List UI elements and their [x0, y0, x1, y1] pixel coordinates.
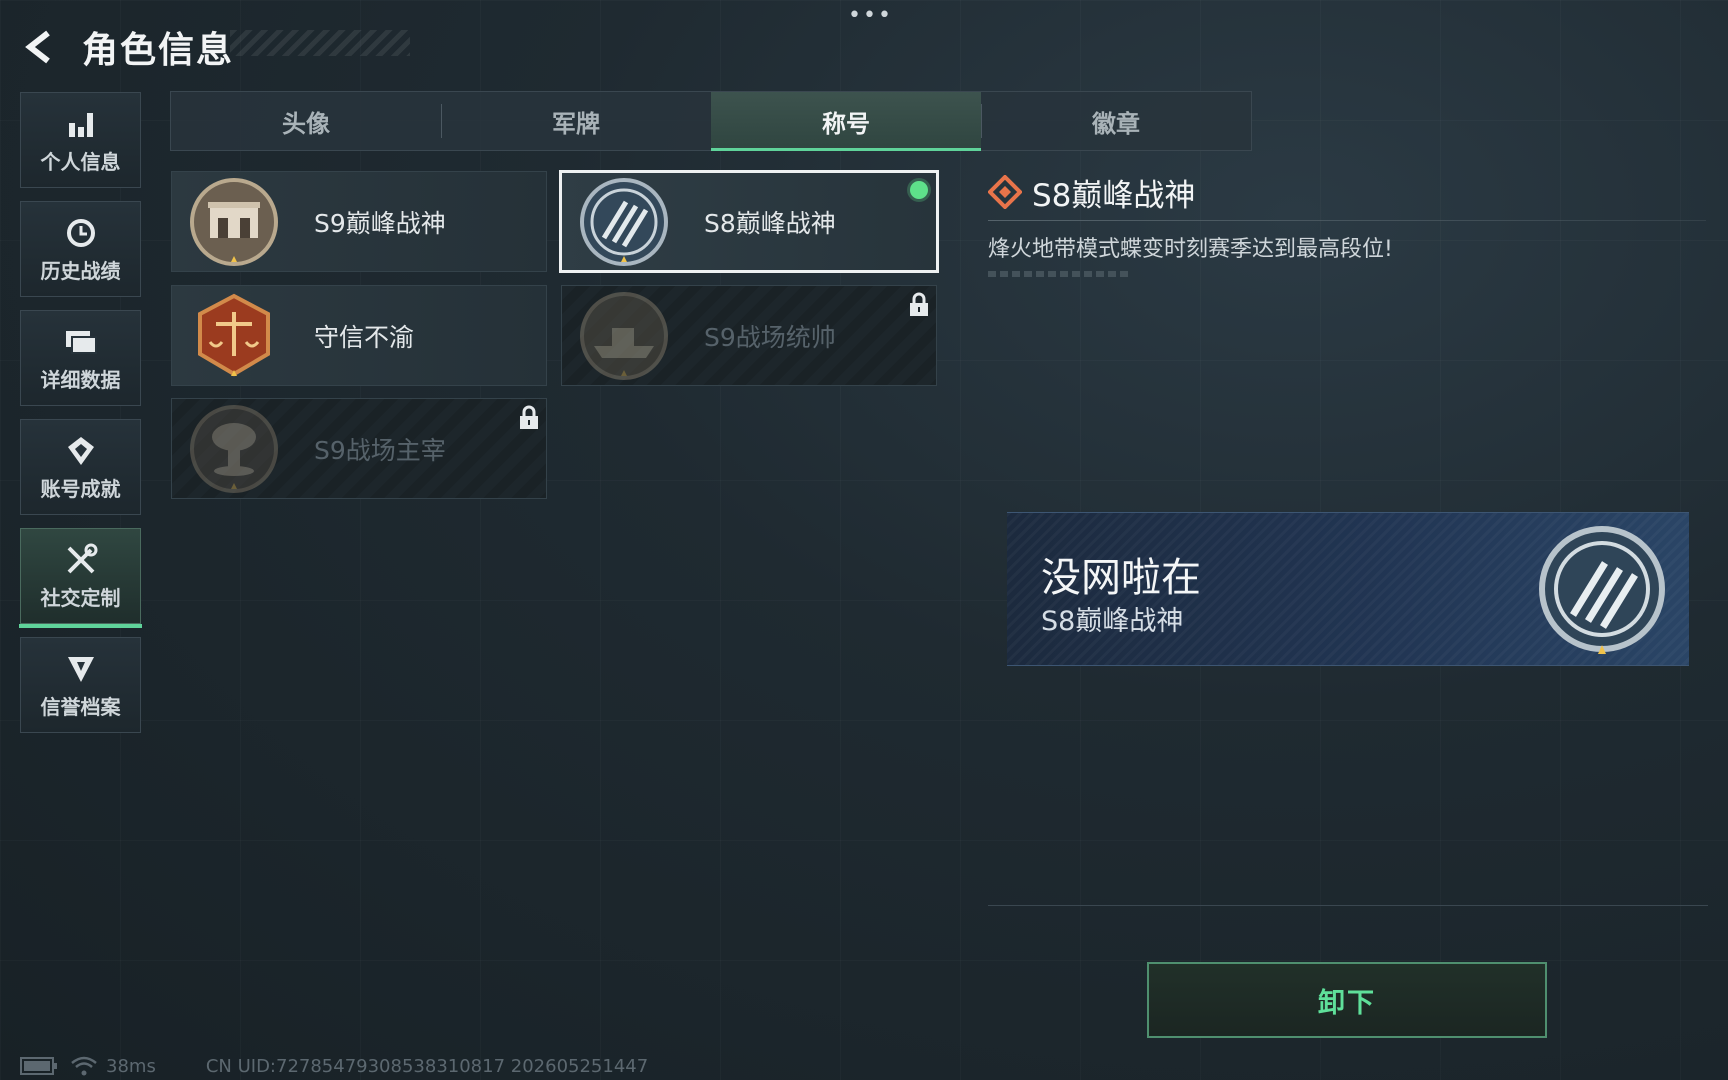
scales-medal-icon: [198, 293, 270, 376]
sidebar-item-label: 信誉档案: [40, 694, 121, 719]
sidebar-item-label: 社交定制: [40, 585, 121, 610]
back-arrow-icon: [25, 30, 50, 64]
wings-medal-icon: [580, 177, 668, 266]
achievement-badge-icon: [66, 433, 96, 469]
history-clock-icon: [65, 215, 97, 251]
unequip-button[interactable]: 卸下: [1147, 962, 1547, 1038]
title-card-label: S9战场主宰: [314, 435, 446, 465]
sidebar-item-label: 详细数据: [40, 367, 121, 392]
fortress-medal-icon: [190, 177, 278, 266]
lock-icon: [520, 405, 538, 429]
side-navigation: 个人信息 历史战绩 详细数据 账号成就 社交定制 信誉档案: [19, 92, 143, 746]
description-decoration: [988, 271, 1128, 277]
sidebar-item-achievements[interactable]: 账号成就: [20, 419, 141, 515]
name-card-preview: 没网啦在 S8巅峰战神: [1007, 512, 1689, 666]
sidebar-item-social-custom[interactable]: 社交定制: [19, 528, 142, 628]
detail-title: S8巅峰战神: [1032, 177, 1196, 214]
tab-bar: 头像 军牌 称号 徽章: [170, 91, 1252, 151]
title-card-s8-peak[interactable]: S8巅峰战神: [559, 170, 939, 273]
network-ping: 38ms: [106, 1055, 156, 1077]
title-card-label: S9巅峰战神: [314, 208, 446, 238]
folder-icon: [64, 324, 98, 360]
battery-icon: [20, 1057, 57, 1075]
sidebar-item-reputation[interactable]: 信誉档案: [20, 637, 141, 733]
user-uid: CN UID:72785479308538310817 202605251447: [205, 1055, 649, 1077]
more-options-icon[interactable]: •••: [848, 5, 893, 27]
diamond-title-icon: [988, 175, 1022, 209]
sidebar-item-label: 个人信息: [40, 149, 121, 174]
title-card-label: S9战场统帅: [704, 322, 836, 352]
title-detail-panel: S8巅峰战神 烽火地带模式蝶变时刻赛季达到最高段位!: [988, 170, 1706, 277]
sidebar-item-detailed-data[interactable]: 详细数据: [20, 310, 141, 406]
player-name: 没网啦在: [1041, 555, 1201, 601]
back-button[interactable]: [20, 27, 60, 67]
title-card-s9-dominator[interactable]: S9战场主宰: [171, 398, 547, 499]
sidebar-item-history[interactable]: 历史战绩: [20, 201, 141, 297]
sidebar-item-label: 账号成就: [40, 476, 121, 501]
title-card-s9-peak[interactable]: S9巅峰战神: [171, 171, 547, 272]
equipped-indicator: [910, 181, 928, 199]
wings-medal-icon: [1539, 526, 1665, 654]
title-card-label: 守信不渝: [314, 322, 415, 352]
detail-divider: [988, 220, 1706, 221]
title-card-s9-commander[interactable]: S9战场统帅: [561, 285, 937, 386]
status-bar: 38ms CN UID:72785479308538310817 2026052…: [20, 1055, 648, 1077]
preview-title: S8巅峰战神: [1041, 606, 1184, 637]
unequip-label: 卸下: [1318, 987, 1376, 1019]
tab-avatar[interactable]: 头像: [171, 92, 441, 150]
mushroom-cloud-medal-icon: [190, 404, 278, 493]
tab-dog-tag[interactable]: 军牌: [441, 92, 711, 150]
page-title: 角色信息: [82, 30, 235, 71]
sidebar-item-label: 历史战绩: [40, 258, 121, 283]
divider: [988, 905, 1708, 906]
detail-description: 烽火地带模式蝶变时刻赛季达到最高段位!: [988, 237, 1393, 262]
tools-icon: [64, 542, 98, 578]
page-header: 角色信息: [20, 22, 234, 72]
title-card-keep-faith[interactable]: 守信不渝: [171, 285, 547, 386]
sidebar-item-personal-info[interactable]: 个人信息: [20, 92, 141, 188]
wifi-icon: [71, 1056, 97, 1076]
warship-medal-icon: [580, 291, 668, 380]
title-card-label: S8巅峰战神: [704, 208, 836, 238]
title-decoration: [230, 30, 410, 56]
bar-chart-icon: [66, 106, 96, 142]
reputation-shield-icon: [66, 651, 96, 687]
tab-title[interactable]: 称号: [711, 92, 981, 151]
tab-badge[interactable]: 徽章: [981, 92, 1251, 150]
lock-icon: [910, 292, 928, 316]
